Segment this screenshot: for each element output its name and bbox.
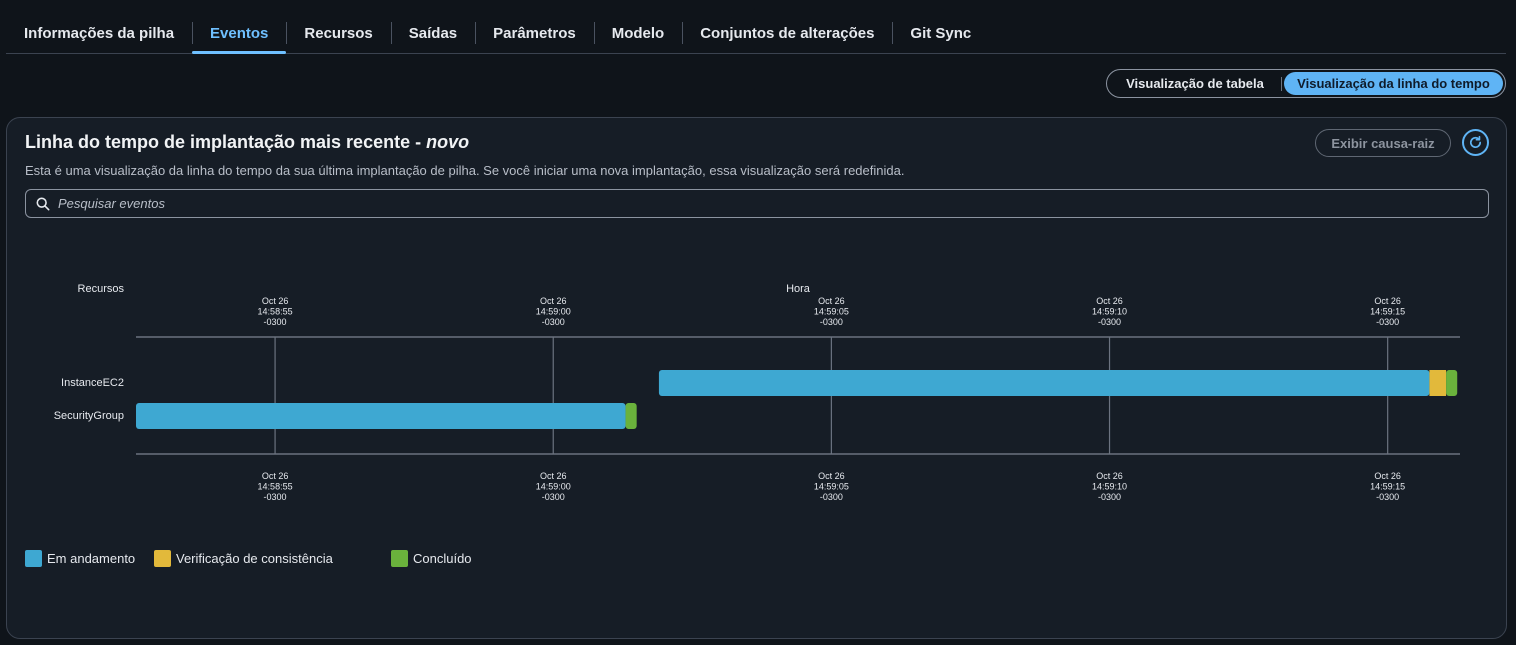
- legend-item-in-progress: Em andamento: [25, 550, 135, 567]
- resource-label: SecurityGroup: [54, 410, 124, 422]
- legend-label: Em andamento: [47, 551, 136, 566]
- tick-label-top: -0300: [1376, 317, 1399, 327]
- row-axis-label: Recursos: [78, 283, 125, 295]
- deployment-timeline-panel: Linha do tempo de implantação mais recen…: [6, 117, 1507, 639]
- tick-label-top: 14:58:55: [258, 307, 293, 317]
- tab-git-sync[interactable]: Git Sync: [892, 14, 989, 52]
- tick-label-bottom: Oct 26: [1096, 471, 1123, 481]
- tick-label-bottom: 14:59:15: [1370, 482, 1405, 492]
- timeline-chart: Recursos Hora Oct 2614:58:55-0300Oct 261…: [54, 283, 1460, 502]
- tick-label-bottom: 14:59:00: [536, 482, 571, 492]
- bar-instanceec2-consistency-check[interactable]: [1429, 370, 1447, 396]
- timeline-view-button[interactable]: Visualização da linha do tempo: [1284, 72, 1503, 95]
- tick-label-top: -0300: [820, 317, 843, 327]
- tick-label-bottom: Oct 26: [818, 471, 845, 481]
- time-axis-label: Hora: [786, 283, 811, 295]
- bar-securitygroup-in-progress[interactable]: [136, 403, 626, 429]
- tick-label-top: Oct 26: [540, 296, 567, 306]
- bar-securitygroup-complete[interactable]: [625, 403, 637, 429]
- tick-label-top: Oct 26: [818, 296, 845, 306]
- bar-instanceec2-in-progress[interactable]: [658, 370, 1430, 396]
- tab-parameters[interactable]: Parâmetros: [475, 14, 594, 52]
- table-view-button[interactable]: Visualização de tabela: [1109, 72, 1281, 95]
- tick-label-bottom: -0300: [542, 492, 565, 502]
- toggle-divider: [1281, 76, 1282, 91]
- tick-label-top: -0300: [264, 317, 287, 327]
- legend-item-complete: Concluído: [391, 550, 472, 567]
- tick-label-bottom: Oct 26: [262, 471, 289, 481]
- view-toggle: Visualização de tabela Visualização da l…: [1106, 69, 1506, 98]
- tab-outputs[interactable]: Saídas: [390, 14, 475, 52]
- legend-item-consistency-check: Verificação de consistência: [154, 550, 333, 567]
- tick-label-top: Oct 26: [262, 296, 289, 306]
- tick-label-bottom: 14:59:05: [814, 482, 849, 492]
- legend-label: Verificação de consistência: [176, 551, 333, 566]
- tab-change-sets[interactable]: Conjuntos de alterações: [682, 14, 892, 52]
- tab-stack-info[interactable]: Informações da pilha: [6, 14, 192, 52]
- tick-label-top: Oct 26: [1096, 296, 1123, 306]
- tab-template[interactable]: Modelo: [593, 14, 683, 52]
- tick-label-bottom: Oct 26: [540, 471, 567, 481]
- tick-label-top: -0300: [1098, 317, 1121, 327]
- tick-label-top: -0300: [542, 317, 565, 327]
- resource-label: InstanceEC2: [61, 377, 124, 389]
- tick-label-bottom: 14:59:10: [1092, 482, 1127, 492]
- tick-label-top: 14:59:10: [1092, 307, 1127, 317]
- tab-bar: Informações da pilha Eventos Recursos Sa…: [6, 14, 1506, 54]
- legend-swatch: [154, 550, 171, 567]
- bar-instanceec2-complete[interactable]: [1446, 370, 1458, 396]
- tab-resources[interactable]: Recursos: [286, 14, 390, 52]
- tick-label-top: 14:59:15: [1370, 307, 1405, 317]
- legend-swatch: [391, 550, 408, 567]
- tick-label-bottom: -0300: [820, 492, 843, 502]
- legend-swatch: [25, 550, 42, 567]
- tick-label-top: Oct 26: [1374, 296, 1401, 306]
- tick-label-top: 14:59:00: [536, 307, 571, 317]
- tick-label-bottom: -0300: [264, 492, 287, 502]
- tick-label-bottom: -0300: [1098, 492, 1121, 502]
- tick-label-bottom: -0300: [1376, 492, 1399, 502]
- tick-label-top: 14:59:05: [814, 307, 849, 317]
- legend-label: Concluído: [413, 551, 472, 566]
- tick-label-bottom: 14:58:55: [258, 482, 293, 492]
- tick-label-bottom: Oct 26: [1374, 471, 1401, 481]
- tab-events[interactable]: Eventos: [192, 14, 287, 54]
